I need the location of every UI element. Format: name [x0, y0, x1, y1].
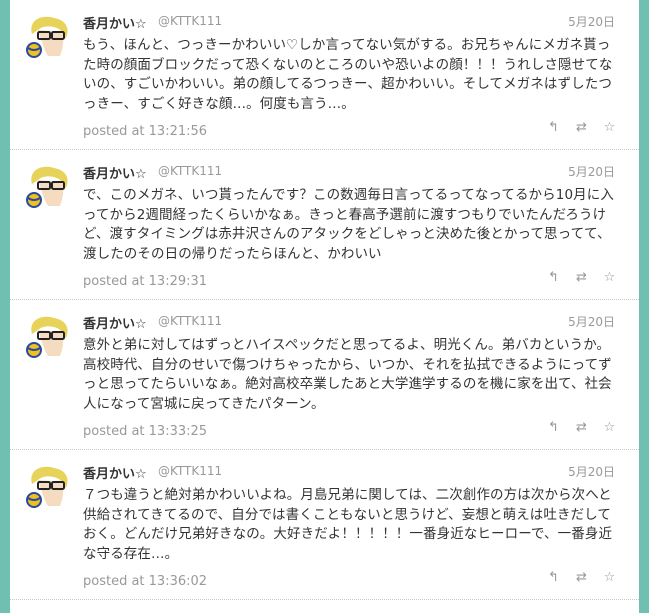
tweet-item: 香月かい☆ @KTTK111 5月20日 意外と弟に対してはずっとハイスペックだ… — [10, 300, 639, 450]
tweet-text: 意外と弟に対してはずっとハイスペックだと思ってるよ、明光くん。弟バカというか。高… — [83, 337, 612, 412]
tweet-date[interactable]: 5月20日 — [568, 163, 615, 180]
reply-icon[interactable]: ↰ — [546, 120, 561, 135]
reply-icon[interactable]: ↰ — [546, 420, 561, 435]
reply-icon[interactable]: ↰ — [546, 570, 561, 585]
tweet-actions: ↰ ⇄ ☆ — [546, 570, 617, 585]
avatar[interactable] — [24, 462, 72, 510]
tweet-item: 香月かい☆ @KTTK111 5月20日 もう、ほんと、つっきーかわいい♡しか言… — [10, 0, 639, 150]
user-handle[interactable]: @KTTK111 — [158, 464, 222, 478]
display-name[interactable]: 香月かい☆ — [83, 313, 147, 332]
posted-time: posted at 13:36:02 — [83, 574, 208, 589]
avatar[interactable] — [24, 312, 72, 360]
retweet-icon[interactable]: ⇄ — [574, 270, 589, 285]
timeline-panel: 香月かい☆ @KTTK111 5月20日 もう、ほんと、つっきーかわいい♡しか言… — [10, 0, 639, 613]
tweet-item: 香月かい☆ @KTTK111 5月20日 で、このメガネ、いつ貰ったんです？この… — [10, 150, 639, 300]
display-name[interactable]: 香月かい☆ — [83, 163, 147, 182]
retweet-icon[interactable]: ⇄ — [574, 420, 589, 435]
retweet-icon[interactable]: ⇄ — [574, 570, 589, 585]
tweet-actions: ↰ ⇄ ☆ — [546, 270, 617, 285]
tweet-date[interactable]: 5月20日 — [568, 13, 615, 30]
tweet-text: もう、ほんと、つっきーかわいい♡しか言ってない気がする。お兄ちゃんにメガネ貰った… — [83, 37, 613, 112]
posted-time: posted at 13:29:31 — [83, 274, 208, 289]
tweet-actions: ↰ ⇄ ☆ — [546, 120, 617, 135]
star-icon[interactable]: ☆ — [602, 420, 617, 435]
tweet-date[interactable]: 5月20日 — [568, 463, 615, 480]
retweet-icon[interactable]: ⇄ — [574, 120, 589, 135]
tweet-date[interactable]: 5月20日 — [568, 313, 615, 330]
star-icon[interactable]: ☆ — [602, 270, 617, 285]
posted-time: posted at 13:21:56 — [83, 124, 208, 139]
avatar[interactable] — [24, 12, 72, 60]
user-handle[interactable]: @KTTK111 — [158, 164, 222, 178]
display-name[interactable]: 香月かい☆ — [83, 13, 147, 32]
reply-icon[interactable]: ↰ — [546, 270, 561, 285]
star-icon[interactable]: ☆ — [602, 570, 617, 585]
display-name[interactable]: 香月かい☆ — [83, 463, 147, 482]
star-icon[interactable]: ☆ — [602, 120, 617, 135]
user-handle[interactable]: @KTTK111 — [158, 314, 222, 328]
tweet-item: 香月かい☆ @KTTK111 5月20日 ７つも違うと絶対弟かわいいよね。月島兄… — [10, 450, 639, 600]
tweet-text: で、このメガネ、いつ貰ったんです？この数週毎日言ってるってなってるから10月に入… — [83, 187, 614, 262]
tweet-actions: ↰ ⇄ ☆ — [546, 420, 617, 435]
user-handle[interactable]: @KTTK111 — [158, 14, 222, 28]
tweet-text: ７つも違うと絶対弟かわいいよね。月島兄弟に関しては、二次創作の方は次から次へと供… — [83, 487, 613, 562]
posted-time: posted at 13:33:25 — [83, 424, 208, 439]
avatar[interactable] — [24, 162, 72, 210]
